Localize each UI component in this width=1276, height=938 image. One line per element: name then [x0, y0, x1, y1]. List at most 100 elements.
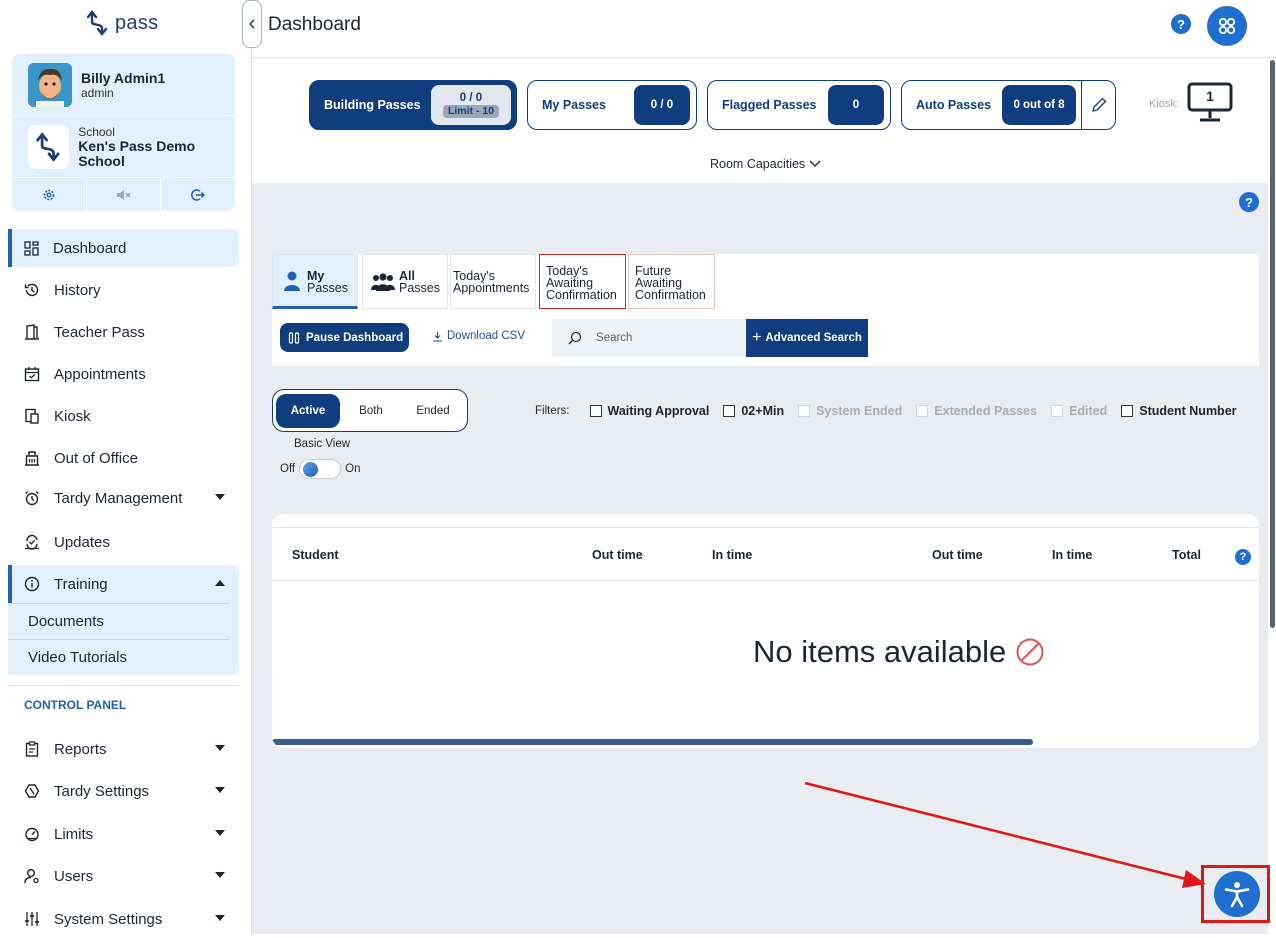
status-ended-button[interactable]: Ended: [402, 394, 464, 428]
calendar-check-icon: [24, 367, 40, 382]
control-panel-label: CONTROL PANEL: [24, 698, 127, 712]
main-content: Building Passes 0 / 0 Limit - 10 My Pass…: [252, 58, 1268, 934]
tab-my-passes[interactable]: My Passes: [272, 254, 358, 309]
column-in-time[interactable]: In time: [712, 548, 752, 562]
kiosk-monitor-button[interactable]: 1: [1187, 82, 1233, 129]
top-bar: Dashboard ?: [242, 0, 1276, 58]
chevron-down-icon: [215, 830, 225, 836]
status-active-button[interactable]: Active: [276, 393, 340, 428]
basic-view-label: Basic View: [294, 438, 351, 450]
person-icon: [284, 271, 300, 291]
filter-label: Edited: [1069, 404, 1108, 418]
column-out-time[interactable]: Out time: [592, 548, 643, 562]
user-name: Billy Admin1: [81, 69, 166, 86]
flagged-passes-counter[interactable]: Flagged Passes 0: [707, 80, 891, 130]
school-row[interactable]: School Ken's Pass Demo School: [12, 116, 235, 178]
checkbox: [1051, 405, 1064, 417]
sidebar-nav: Dashboard History Teacher Pass Appointme…: [8, 229, 239, 938]
filter-system-ended: System Ended: [798, 404, 902, 418]
sidebar-item-appointments[interactable]: Appointments: [8, 355, 239, 393]
user-settings-icon: [24, 869, 39, 884]
auto-passes-counter[interactable]: Auto Passes 0 out of 8: [901, 80, 1116, 130]
help-icon[interactable]: ?: [1235, 549, 1251, 565]
building-icon: [25, 451, 39, 466]
sidebar-subitem-documents[interactable]: Documents: [8, 603, 229, 639]
advanced-search-button[interactable]: + Advanced Search: [746, 319, 868, 357]
help-icon[interactable]: ?: [1239, 192, 1259, 212]
checkbox[interactable]: [723, 405, 736, 417]
sidebar-item-tardy-settings[interactable]: Tardy Settings: [8, 772, 239, 810]
download-icon: [433, 331, 442, 342]
app-logo[interactable]: pass: [87, 9, 158, 37]
sidebar-item-updates[interactable]: Updates: [8, 523, 239, 561]
vertical-scrollbar[interactable]: [1268, 58, 1276, 934]
room-capacities-toggle[interactable]: Room Capacities: [710, 157, 821, 171]
basic-view-toggle[interactable]: [299, 459, 342, 479]
toggle-off-label: Off: [280, 463, 296, 475]
filter-label: Extended Passes: [934, 404, 1038, 418]
school-label: School: [78, 124, 115, 139]
filter-02-min[interactable]: 02+Min: [723, 404, 784, 418]
my-passes-value: 0 / 0: [634, 85, 690, 125]
settings-button[interactable]: [12, 178, 87, 211]
training-group: Training Documents Video Tutorials: [8, 565, 239, 675]
sidebar-item-dashboard[interactable]: Dashboard: [8, 229, 239, 267]
filter-waiting-approval[interactable]: Waiting Approval: [589, 404, 709, 418]
alarm-clock-icon: [25, 490, 39, 506]
auto-passes-label: Auto Passes: [916, 98, 992, 112]
sidebar-item-training[interactable]: Training: [8, 565, 239, 603]
sidebar-item-limits[interactable]: Limits: [8, 815, 239, 853]
apps-button[interactable]: [1207, 6, 1247, 46]
pause-dashboard-button[interactable]: Pause Dashboard: [280, 323, 409, 352]
info-icon: [24, 576, 40, 592]
edit-auto-passes-button[interactable]: [1081, 81, 1115, 129]
horizontal-scrollbar[interactable]: [272, 739, 1033, 745]
mute-button[interactable]: [87, 178, 162, 211]
sidebar-item-kiosk[interactable]: Kiosk: [8, 397, 239, 435]
sidebar-item-system-settings[interactable]: System Settings: [8, 900, 239, 938]
passes-table: Student Out time In time Out time In tim…: [272, 514, 1259, 748]
help-icon[interactable]: ?: [1171, 14, 1191, 34]
logout-button[interactable]: [161, 178, 235, 211]
tab-todays-awaiting-confirmation[interactable]: Today's Awaiting Confirmation: [539, 254, 626, 309]
column-out-time-2[interactable]: Out time: [932, 548, 983, 562]
scrollbar-thumb[interactable]: [1270, 60, 1275, 628]
sidebar-item-users[interactable]: Users: [8, 857, 239, 895]
tab-todays-appointments[interactable]: Today's Appointments: [450, 254, 536, 309]
sidebar-item-label: History: [54, 281, 101, 299]
status-both-button[interactable]: Both: [340, 394, 402, 428]
checkbox[interactable]: [1121, 405, 1134, 417]
search-input[interactable]: Search: [552, 319, 747, 357]
tab-future-awaiting-confirmation[interactable]: Future Awaiting Confirmation: [628, 254, 715, 309]
building-passes-counter[interactable]: Building Passes 0 / 0 Limit - 10: [309, 80, 517, 130]
sidebar-item-label: Appointments: [54, 365, 146, 383]
sidebar-item-label: Tardy Settings: [54, 782, 150, 800]
download-csv-link[interactable]: Download CSV: [432, 330, 525, 342]
school-name: Ken's Pass Demo School: [78, 137, 196, 169]
column-total[interactable]: Total: [1172, 548, 1201, 562]
toggle-knob: [303, 462, 319, 477]
sidebar-item-out-of-office[interactable]: Out of Office: [8, 439, 239, 477]
sidebar-subitem-video-tutorials[interactable]: Video Tutorials: [8, 639, 229, 675]
sidebar-item-label: Training: [54, 575, 108, 593]
checkbox[interactable]: [589, 405, 602, 417]
search-icon: [568, 331, 582, 345]
building-passes-badge: 0 / 0 Limit - 10: [431, 85, 511, 125]
school-logo-icon: [28, 124, 70, 169]
collapse-sidebar-button[interactable]: [242, 0, 262, 48]
filter-edited: Edited: [1051, 404, 1107, 418]
filter-student-number[interactable]: Student Number: [1121, 404, 1237, 418]
tab-all-passes[interactable]: All Passes: [362, 254, 448, 309]
sidebar-item-teacher-pass[interactable]: Teacher Pass: [8, 313, 239, 351]
user-row[interactable]: Billy Admin1 admin: [12, 54, 235, 116]
chevron-down-icon: [215, 745, 225, 751]
accessibility-button[interactable]: [1214, 871, 1260, 917]
chevron-down-icon: [215, 787, 225, 793]
sidebar-item-reports[interactable]: Reports: [8, 730, 239, 768]
sidebar-item-tardy-management[interactable]: Tardy Management: [8, 479, 239, 517]
column-in-time-2[interactable]: In time: [1052, 548, 1092, 562]
tab-label: Passes: [399, 281, 440, 295]
my-passes-counter[interactable]: My Passes 0 / 0: [527, 80, 697, 130]
sidebar-item-history[interactable]: History: [8, 271, 239, 309]
column-student[interactable]: Student: [292, 548, 339, 562]
